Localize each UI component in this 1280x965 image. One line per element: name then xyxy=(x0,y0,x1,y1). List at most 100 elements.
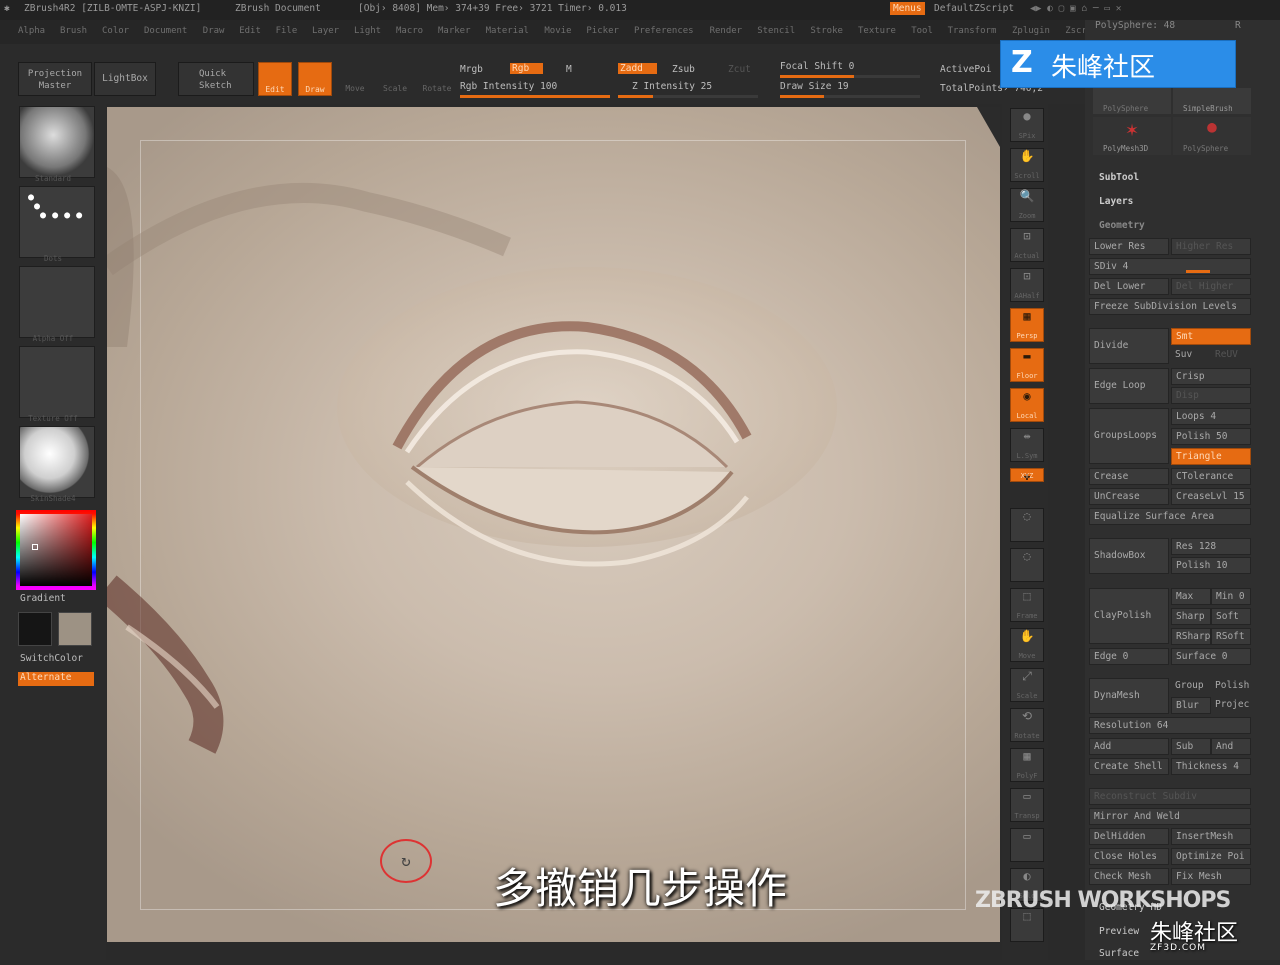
z-intensity-track[interactable] xyxy=(618,95,758,98)
draw-size-slider[interactable]: Draw Size 19 xyxy=(780,81,849,92)
blank-10-button[interactable]: ◌ xyxy=(1010,508,1044,542)
menu-brush[interactable]: Brush xyxy=(60,26,87,36)
uncrease-button[interactable]: UnCrease xyxy=(1089,488,1169,505)
claypolish-button[interactable]: ClayPolish xyxy=(1089,588,1169,644)
secondary-color-swatch[interactable] xyxy=(58,612,92,646)
persp-button[interactable]: ▦ Persp xyxy=(1010,308,1044,342)
stroke-thumbnail[interactable]: ● ● ● ● ● ● xyxy=(19,186,95,258)
window-controls-icon[interactable]: ◀▶ ◐ ▢ ▣ ⌂ ─ ▭ ✕ xyxy=(1030,3,1122,14)
color-picker[interactable] xyxy=(16,510,96,590)
geometry-section[interactable]: Geometry xyxy=(1099,220,1145,237)
menu-light[interactable]: Light xyxy=(354,26,381,36)
menu-alpha[interactable]: Alpha xyxy=(18,26,45,36)
rsharp-slider[interactable]: RSharp xyxy=(1171,628,1211,645)
thickness-slider[interactable]: Thickness 4 xyxy=(1171,758,1251,775)
res-slider[interactable]: Res 128 xyxy=(1171,538,1251,555)
dynamesh-button[interactable]: DynaMesh xyxy=(1089,678,1169,714)
spix-button[interactable]: ● SPix xyxy=(1010,108,1044,142)
group-toggle[interactable]: Group xyxy=(1171,678,1211,695)
polish10-slider[interactable]: Polish 10 xyxy=(1171,557,1251,574)
scroll-button[interactable]: ✋ Scroll xyxy=(1010,148,1044,182)
crisp-toggle[interactable]: Crisp xyxy=(1171,368,1251,385)
menu-marker[interactable]: Marker xyxy=(438,26,471,36)
reconstruct-subdiv-button[interactable]: Reconstruct Subdiv xyxy=(1089,788,1251,805)
project-toggle[interactable]: Projec xyxy=(1211,697,1251,714)
scale-button[interactable]: Scale xyxy=(380,62,410,96)
mrgb-button[interactable]: Mrgb xyxy=(460,64,483,75)
document-canvas[interactable]: ↻ xyxy=(107,107,1000,942)
disp-toggle[interactable]: Disp xyxy=(1171,387,1251,404)
alternate-button[interactable]: Alternate xyxy=(18,672,94,686)
menu-stencil[interactable]: Stencil xyxy=(757,26,795,36)
suv-toggle[interactable]: Suv xyxy=(1171,347,1211,364)
local-button[interactable]: ◉ Local xyxy=(1010,388,1044,422)
resolution-slider[interactable]: Resolution 64 xyxy=(1089,717,1251,734)
menu-material[interactable]: Material xyxy=(486,26,529,36)
sdiv-slider[interactable]: SDiv 4 xyxy=(1089,258,1251,275)
rgb-intensity-track[interactable] xyxy=(460,95,610,98)
freeze-subdiv-button[interactable]: Freeze SubDivision Levels xyxy=(1089,298,1251,315)
floor-button[interactable]: ▬ Floor xyxy=(1010,348,1044,382)
aahalf-button[interactable]: ⊡ AAHalf xyxy=(1010,268,1044,302)
m-button[interactable]: M xyxy=(566,64,572,75)
shadowbox-button[interactable]: ShadowBox xyxy=(1089,538,1169,574)
menu-stroke[interactable]: Stroke xyxy=(810,26,843,36)
del-higher-button[interactable]: Del Higher xyxy=(1171,278,1251,295)
zsub-button[interactable]: Zsub xyxy=(672,64,695,75)
switchcolor-button[interactable]: SwitchColor xyxy=(20,653,83,664)
polish-slider[interactable]: Polish 50 xyxy=(1171,428,1251,445)
menu-tool[interactable]: Tool xyxy=(911,26,933,36)
create-shell-button[interactable]: Create Shell xyxy=(1089,758,1169,775)
surface-slider[interactable]: Surface 0 xyxy=(1171,648,1251,665)
insertmesh-button[interactable]: InsertMesh xyxy=(1171,828,1251,845)
projection-master-button[interactable]: Projection Master xyxy=(18,62,92,96)
menu-transform[interactable]: Transform xyxy=(948,26,997,36)
edge-slider[interactable]: Edge 0 xyxy=(1089,648,1169,665)
brush-thumbnail[interactable] xyxy=(19,106,95,178)
menu-picker[interactable]: Picker xyxy=(586,26,619,36)
equalize-surface-button[interactable]: Equalize Surface Area xyxy=(1089,508,1251,525)
alpha-thumbnail[interactable] xyxy=(19,266,95,338)
soft-slider[interactable]: Soft xyxy=(1211,608,1251,625)
focal-shift-slider[interactable]: Focal Shift 0 xyxy=(780,61,854,72)
min-slider[interactable]: Min 0 xyxy=(1211,588,1251,605)
draw-button[interactable]: Draw xyxy=(298,62,332,96)
menu-layer[interactable]: Layer xyxy=(312,26,339,36)
menu-file[interactable]: File xyxy=(276,26,298,36)
higher-res-button[interactable]: Higher Res xyxy=(1171,238,1251,255)
polyf-button[interactable]: ▦ PolyF xyxy=(1010,748,1044,782)
xyz-button[interactable]: ✚ XYZ xyxy=(1010,468,1044,483)
surface-section[interactable]: Surface xyxy=(1099,948,1139,965)
focal-shift-track[interactable] xyxy=(780,75,920,78)
rotate-button[interactable]: ⟲ Rotate xyxy=(1010,708,1044,742)
divide-button[interactable]: Divide xyxy=(1089,328,1169,364)
menu-movie[interactable]: Movie xyxy=(544,26,571,36)
dynamesh-polish-toggle[interactable]: Polish xyxy=(1211,678,1251,695)
lightbox-button[interactable]: LightBox xyxy=(94,62,156,96)
rgb-intensity-slider[interactable]: Rgb Intensity 100 xyxy=(460,81,557,92)
crease-button[interactable]: Crease xyxy=(1089,468,1169,485)
scale-button[interactable]: ⤢ Scale xyxy=(1010,668,1044,702)
edge-loop-button[interactable]: Edge Loop xyxy=(1089,368,1169,404)
menu-color[interactable]: Color xyxy=(102,26,129,36)
add-button[interactable]: Add xyxy=(1089,738,1169,755)
and-button[interactable]: And xyxy=(1211,738,1251,755)
menu-texture[interactable]: Texture xyxy=(858,26,896,36)
l-sym-button[interactable]: ⇹ L.Sym xyxy=(1010,428,1044,462)
sub-button[interactable]: Sub xyxy=(1171,738,1211,755)
menu-render[interactable]: Render xyxy=(710,26,743,36)
reuv-toggle[interactable]: ReUV xyxy=(1211,347,1251,364)
zoom-button[interactable]: 🔍 Zoom xyxy=(1010,188,1044,222)
zadd-button[interactable]: Zadd xyxy=(618,63,657,74)
menu-preferences[interactable]: Preferences xyxy=(634,26,694,36)
lower-res-button[interactable]: Lower Res xyxy=(1089,238,1169,255)
menu-edit[interactable]: Edit xyxy=(239,26,261,36)
subtool-section[interactable]: SubTool xyxy=(1099,172,1139,189)
frame-button[interactable]: ⬚ Frame xyxy=(1010,588,1044,622)
z-intensity-slider[interactable]: Z Intensity 25 xyxy=(632,81,712,92)
edit-button[interactable]: Edit xyxy=(258,62,292,96)
move-button[interactable]: ✋ Move xyxy=(1010,628,1044,662)
mirror-and-weld-button[interactable]: Mirror And Weld xyxy=(1089,808,1251,825)
sculpt-eye-model[interactable] xyxy=(107,107,1000,942)
blur-slider[interactable]: Blur xyxy=(1171,697,1211,714)
